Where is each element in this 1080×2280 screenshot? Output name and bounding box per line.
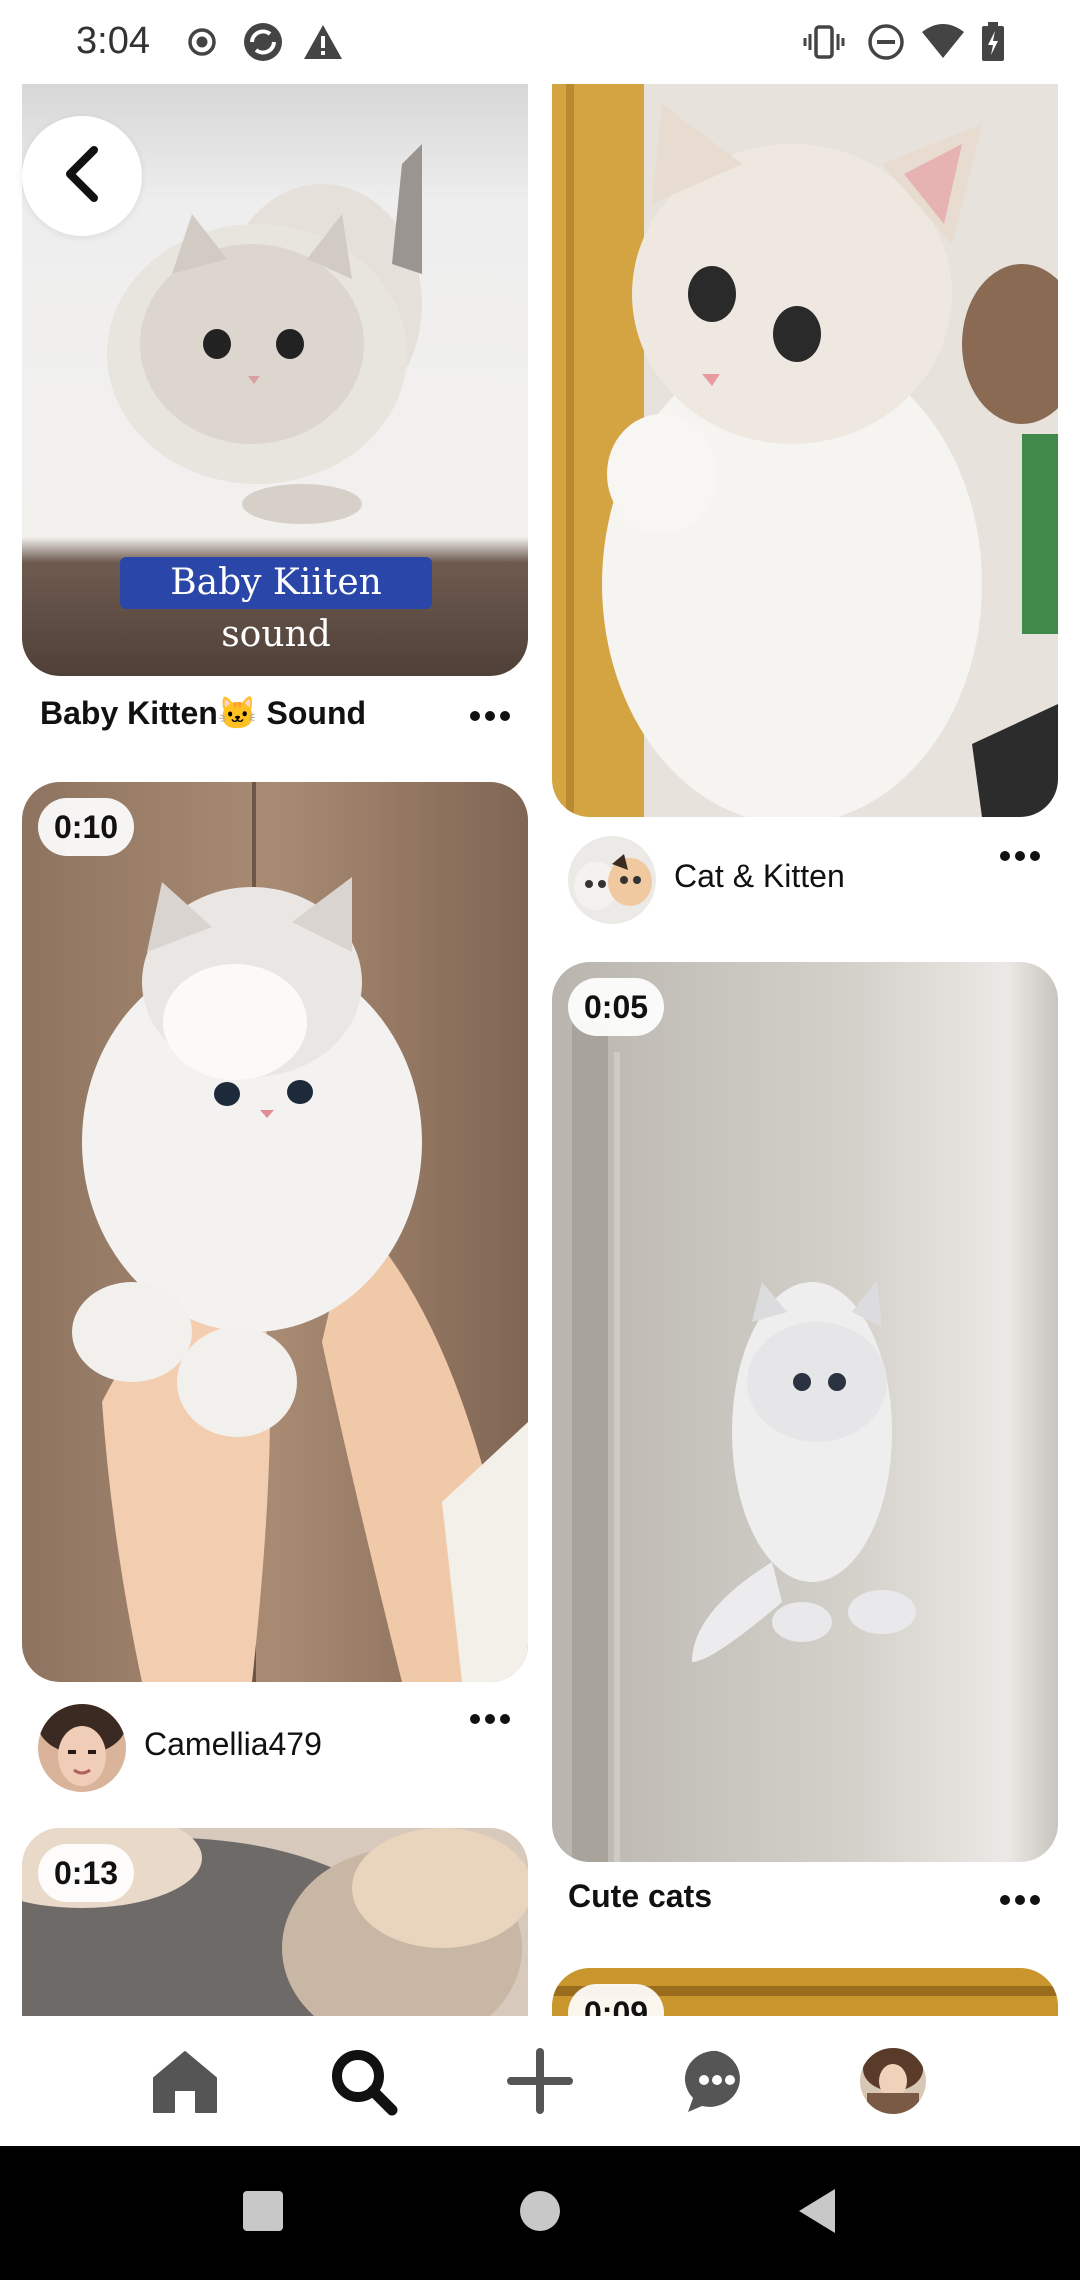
create-tab[interactable] [495, 2038, 585, 2128]
record-icon [186, 22, 218, 67]
author-name[interactable]: Camellia479 [144, 1726, 322, 1763]
wifi-icon [920, 22, 966, 67]
video-duration-badge: 0:13 [38, 1844, 135, 1902]
search-tab[interactable] [318, 2038, 408, 2128]
messages-icon [682, 2046, 752, 2121]
battery-charging-icon [980, 22, 1006, 67]
pin-title: Baby Kitten🐱 Sound [40, 695, 367, 731]
home-circle-icon [518, 2189, 562, 2238]
home-icon [150, 2046, 220, 2121]
recents-icon [241, 2189, 285, 2238]
pin-feed[interactable]: Baby Kiiten sound Baby Kitten🐱 Sound 0:1… [0, 84, 1080, 2016]
status-bar: 3:04 [0, 0, 1080, 84]
back-nav-button[interactable] [757, 2146, 877, 2280]
author-name[interactable]: Cat & Kitten [674, 858, 845, 895]
sync-icon [240, 22, 286, 67]
profile-tab[interactable] [848, 2038, 938, 2128]
pin-title: Cute cats [568, 1878, 713, 1914]
more-options-button[interactable] [460, 1699, 520, 1739]
create-icon [505, 2046, 575, 2121]
pin-image[interactable]: 0:05 [552, 962, 1058, 1862]
more-options-button[interactable] [460, 696, 520, 736]
author-avatar[interactable] [38, 1704, 126, 1792]
back-triangle-icon [795, 2187, 839, 2240]
more-options-button[interactable] [990, 836, 1050, 876]
author-avatar[interactable] [568, 836, 656, 924]
video-duration-badge: 0:10 [38, 798, 135, 856]
messages-tab[interactable] [672, 2038, 762, 2128]
home-button[interactable] [480, 2146, 600, 2280]
bottom-navigation [0, 2016, 1080, 2146]
pin-image[interactable]: 0:13 [22, 1828, 528, 2016]
warning-icon [302, 22, 344, 67]
profile-avatar [859, 2047, 927, 2120]
vibrate-icon [802, 22, 846, 67]
back-button[interactable] [22, 116, 142, 236]
video-caption-overlay: Baby Kiiten sound [120, 557, 432, 655]
status-time: 3:04 [76, 20, 150, 62]
chevron-left-icon [58, 144, 106, 209]
video-duration-badge: 0:09 [568, 1984, 665, 2016]
pin-image[interactable] [552, 84, 1058, 817]
search-icon [328, 2046, 398, 2121]
home-tab[interactable] [140, 2038, 230, 2128]
more-options-button[interactable] [990, 1880, 1050, 1920]
pin-image[interactable]: 0:09 [552, 1968, 1058, 2016]
dnd-icon [866, 22, 906, 67]
video-duration-badge: 0:05 [568, 978, 665, 1036]
system-navigation-bar [0, 2146, 1080, 2280]
recents-button[interactable] [203, 2146, 323, 2280]
pin-image[interactable]: 0:10 [22, 782, 528, 1682]
